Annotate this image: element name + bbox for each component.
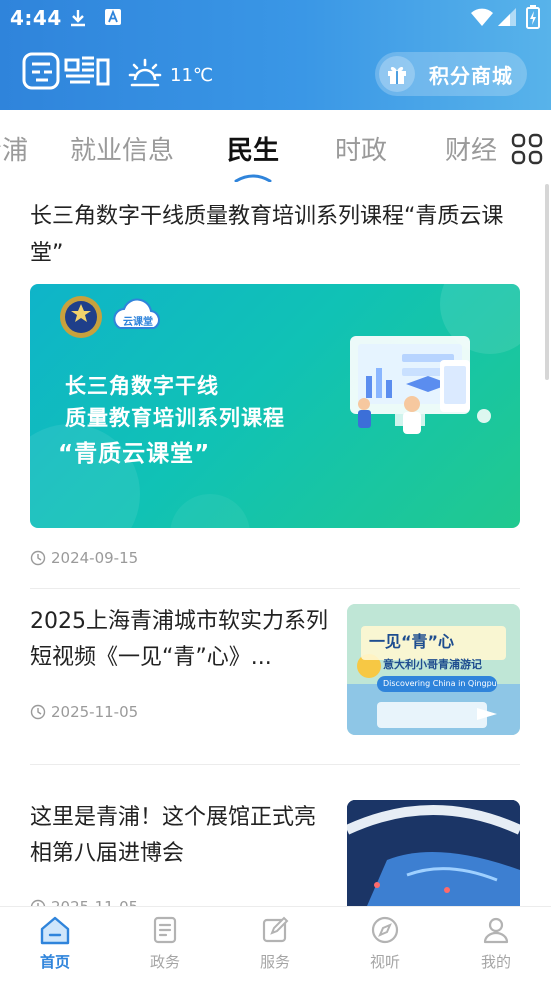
tab-politics[interactable]: 时政 [335, 130, 387, 167]
tab-qingpu[interactable]: 青浦 [0, 130, 28, 167]
nav-home[interactable]: 首页 [15, 915, 95, 972]
nav-government-label: 政务 [149, 953, 180, 971]
thumb-tag: Discovering China in Qingpu [383, 679, 497, 688]
feed-scrollbar[interactable] [545, 184, 549, 380]
nav-home-label: 首页 [39, 953, 70, 971]
featured-banner[interactable]: 云课堂 长三角数字干线 质量教育培训系列课程 “青质云课堂” [30, 284, 520, 528]
news-item-meta: 2025-11-05 [30, 703, 138, 721]
tab-finance[interactable]: 财经 [445, 130, 497, 167]
nav-mine-label: 我的 [480, 953, 511, 971]
user-icon [483, 917, 509, 944]
featured-title[interactable]: 长三角数字干线质量教育培训系列课程“青质云课堂” [30, 198, 510, 272]
tab-livelihood[interactable]: 民生 [227, 130, 279, 167]
national-emblem-icon [58, 294, 104, 344]
featured-date: 2024-09-15 [51, 549, 139, 567]
tab-employment[interactable]: 就业信息 [70, 130, 174, 167]
cloud-classroom-logo: 云课堂 [110, 294, 166, 344]
news-item-thumbnail[interactable] [347, 800, 520, 906]
nav-media-label: 视听 [369, 953, 400, 971]
active-tab-indicator [234, 168, 272, 182]
bottom-navigation: 首页 政务 服务 视听 我的 [0, 906, 551, 982]
edit-icon [262, 916, 289, 943]
grid-menu-icon[interactable] [510, 132, 544, 166]
keyboard-a-icon [104, 8, 122, 30]
download-icon [68, 8, 88, 32]
wifi-icon [470, 7, 494, 31]
news-item-title[interactable]: 这里是青浦！这个展馆正式亮相第八届进博会 [30, 800, 335, 872]
nav-mine[interactable]: 我的 [456, 915, 536, 972]
svg-text:云课堂: 云课堂 [123, 315, 153, 328]
nav-media[interactable]: 视听 [345, 915, 425, 972]
banner-line-2: 质量教育培训系列课程 [65, 406, 285, 430]
gift-icon [379, 56, 415, 92]
app-header: 4:44 11℃ 积分商城 [0, 0, 551, 110]
news-item-date: 2025-11-05 [51, 703, 139, 721]
nav-services-label: 服务 [259, 953, 290, 971]
category-tabs: 青浦 就业信息 民生 时政 财经 [0, 110, 551, 182]
divider [30, 764, 520, 765]
app-logo [22, 50, 110, 94]
status-bar: 4:44 [0, 0, 551, 38]
points-mall-button[interactable]: 积分商城 [375, 52, 527, 96]
points-mall-label: 积分商城 [429, 63, 513, 88]
divider [30, 588, 520, 589]
banner-line-3: “青质云课堂” [58, 441, 211, 467]
signal-icon [497, 7, 517, 31]
weather-widget[interactable]: 11℃ [128, 56, 213, 94]
thumb-subtitle: 意大利小哥青浦游记 [383, 658, 482, 671]
clock-icon [30, 704, 46, 720]
status-time: 4:44 [10, 6, 62, 30]
featured-meta: 2024-09-15 [30, 549, 138, 567]
document-icon [153, 916, 177, 944]
compass-icon [371, 916, 399, 944]
nav-services[interactable]: 服务 [235, 915, 315, 972]
nav-government[interactable]: 政务 [125, 915, 205, 972]
home-icon [40, 916, 70, 945]
temperature: 11℃ [170, 64, 214, 86]
banner-line-1: 长三角数字干线 [65, 374, 219, 398]
battery-charging-icon [526, 5, 540, 33]
news-item-thumbnail[interactable]: 一见“青”心 意大利小哥青浦游记 Discovering China in Qi… [347, 604, 520, 735]
news-item-title[interactable]: 2025上海青浦城市软实力系列短视频《一见“青”心》... [30, 604, 335, 676]
clock-icon [30, 550, 46, 566]
thumb-title: 一见“青”心 [369, 632, 455, 651]
sun-icon [128, 56, 162, 94]
